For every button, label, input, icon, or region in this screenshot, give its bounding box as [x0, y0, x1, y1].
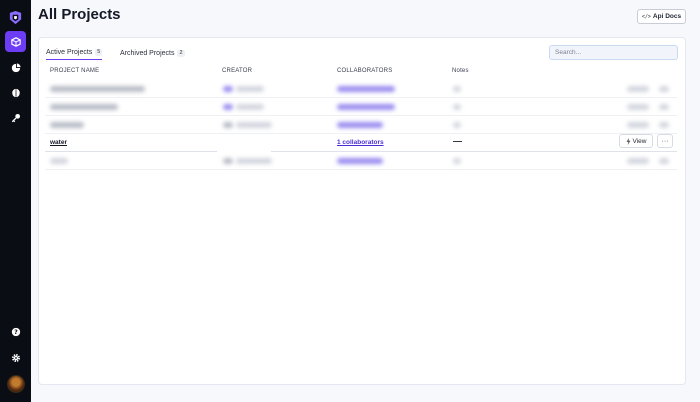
- code-icon: </>: [641, 13, 651, 20]
- redacted-creator-name: [236, 104, 264, 110]
- svg-text:?: ?: [14, 329, 18, 336]
- redacted-creator-avatar: [223, 122, 233, 128]
- lightning-icon: [626, 137, 630, 145]
- key-icon: [11, 113, 20, 122]
- app-logo-icon[interactable]: [8, 10, 23, 25]
- column-header-collaborators: COLLABORATORS: [337, 68, 393, 74]
- projects-card: Active Projects 5 Archived Projects 2 PR…: [38, 37, 686, 385]
- redacted-collaborators: [337, 86, 395, 92]
- redacted-creator-avatar: [223, 86, 233, 92]
- more-options-button[interactable]: ···: [657, 134, 673, 148]
- sidebar: ?: [0, 0, 31, 402]
- tab-count-badge: 5: [95, 48, 103, 56]
- tab-archived-projects[interactable]: Archived Projects 2: [120, 46, 185, 60]
- sidebar-item-keys[interactable]: [5, 107, 26, 128]
- redacted-creator-avatar: [223, 158, 233, 164]
- table-row[interactable]: [45, 116, 677, 134]
- table-row-water[interactable]: water 1 collaborators — View ···: [45, 134, 677, 152]
- redacted-more-button: [659, 122, 669, 128]
- redacted-view-button: [627, 122, 649, 128]
- creator-cell: [217, 134, 271, 152]
- redacted-project-name: [50, 158, 68, 164]
- redacted-notes: [453, 104, 461, 110]
- tab-label: Archived Projects: [120, 49, 175, 57]
- table-row[interactable]: [45, 98, 677, 116]
- sidebar-item-projects[interactable]: [5, 31, 26, 52]
- redacted-creator-name: [236, 86, 264, 92]
- sidebar-item-settings[interactable]: [5, 347, 26, 368]
- redacted-creator-avatar: [223, 104, 233, 110]
- sidebar-item-models[interactable]: [5, 82, 26, 103]
- redacted-creator-name: [236, 122, 272, 128]
- avatar[interactable]: [7, 375, 25, 393]
- redacted-more-button: [659, 86, 669, 92]
- search-input[interactable]: [549, 45, 678, 60]
- projects-icon: [10, 36, 21, 47]
- view-button-label: View: [632, 137, 647, 145]
- help-icon: ?: [11, 327, 20, 336]
- table-row[interactable]: [45, 152, 677, 170]
- redacted-notes: [453, 122, 461, 128]
- redacted-view-button: [627, 158, 649, 164]
- settings-icon: [11, 353, 20, 362]
- redacted-notes: [453, 158, 461, 164]
- redacted-collaborators: [337, 104, 395, 110]
- column-header-notes: Notes: [452, 68, 469, 74]
- page-title: All Projects: [38, 6, 121, 23]
- redacted-view-button: [627, 86, 649, 92]
- view-button[interactable]: View: [619, 134, 653, 148]
- column-header-creator: CREATOR: [222, 68, 253, 74]
- redacted-collaborators: [337, 122, 383, 128]
- table-row[interactable]: [45, 80, 677, 98]
- redacted-creator-name: [236, 158, 272, 164]
- api-docs-button[interactable]: </> Api Docs: [637, 9, 686, 24]
- redacted-more-button: [659, 158, 669, 164]
- redacted-project-name: [50, 122, 84, 128]
- analytics-icon: [11, 62, 21, 72]
- collaborators-link[interactable]: 1 collaborators: [337, 139, 384, 146]
- sidebar-item-analytics[interactable]: [5, 57, 26, 78]
- tab-active-projects[interactable]: Active Projects 5: [46, 46, 103, 60]
- more-icon: ···: [661, 137, 669, 145]
- redacted-notes: [453, 86, 461, 92]
- sidebar-item-help[interactable]: ?: [5, 321, 26, 342]
- api-docs-label: Api Docs: [652, 13, 682, 20]
- redacted-project-name: [50, 104, 118, 110]
- tab-label: Active Projects: [46, 48, 93, 56]
- redacted-collaborators: [337, 158, 383, 164]
- brain-icon: [11, 88, 20, 97]
- redacted-view-button: [627, 104, 649, 110]
- redacted-more-button: [659, 104, 669, 110]
- notes-value: —: [453, 136, 462, 146]
- project-name-link[interactable]: water: [50, 139, 67, 146]
- tab-count-badge: 2: [177, 49, 185, 57]
- redacted-project-name: [50, 86, 145, 92]
- column-header-project-name: PROJECT NAME: [50, 68, 100, 74]
